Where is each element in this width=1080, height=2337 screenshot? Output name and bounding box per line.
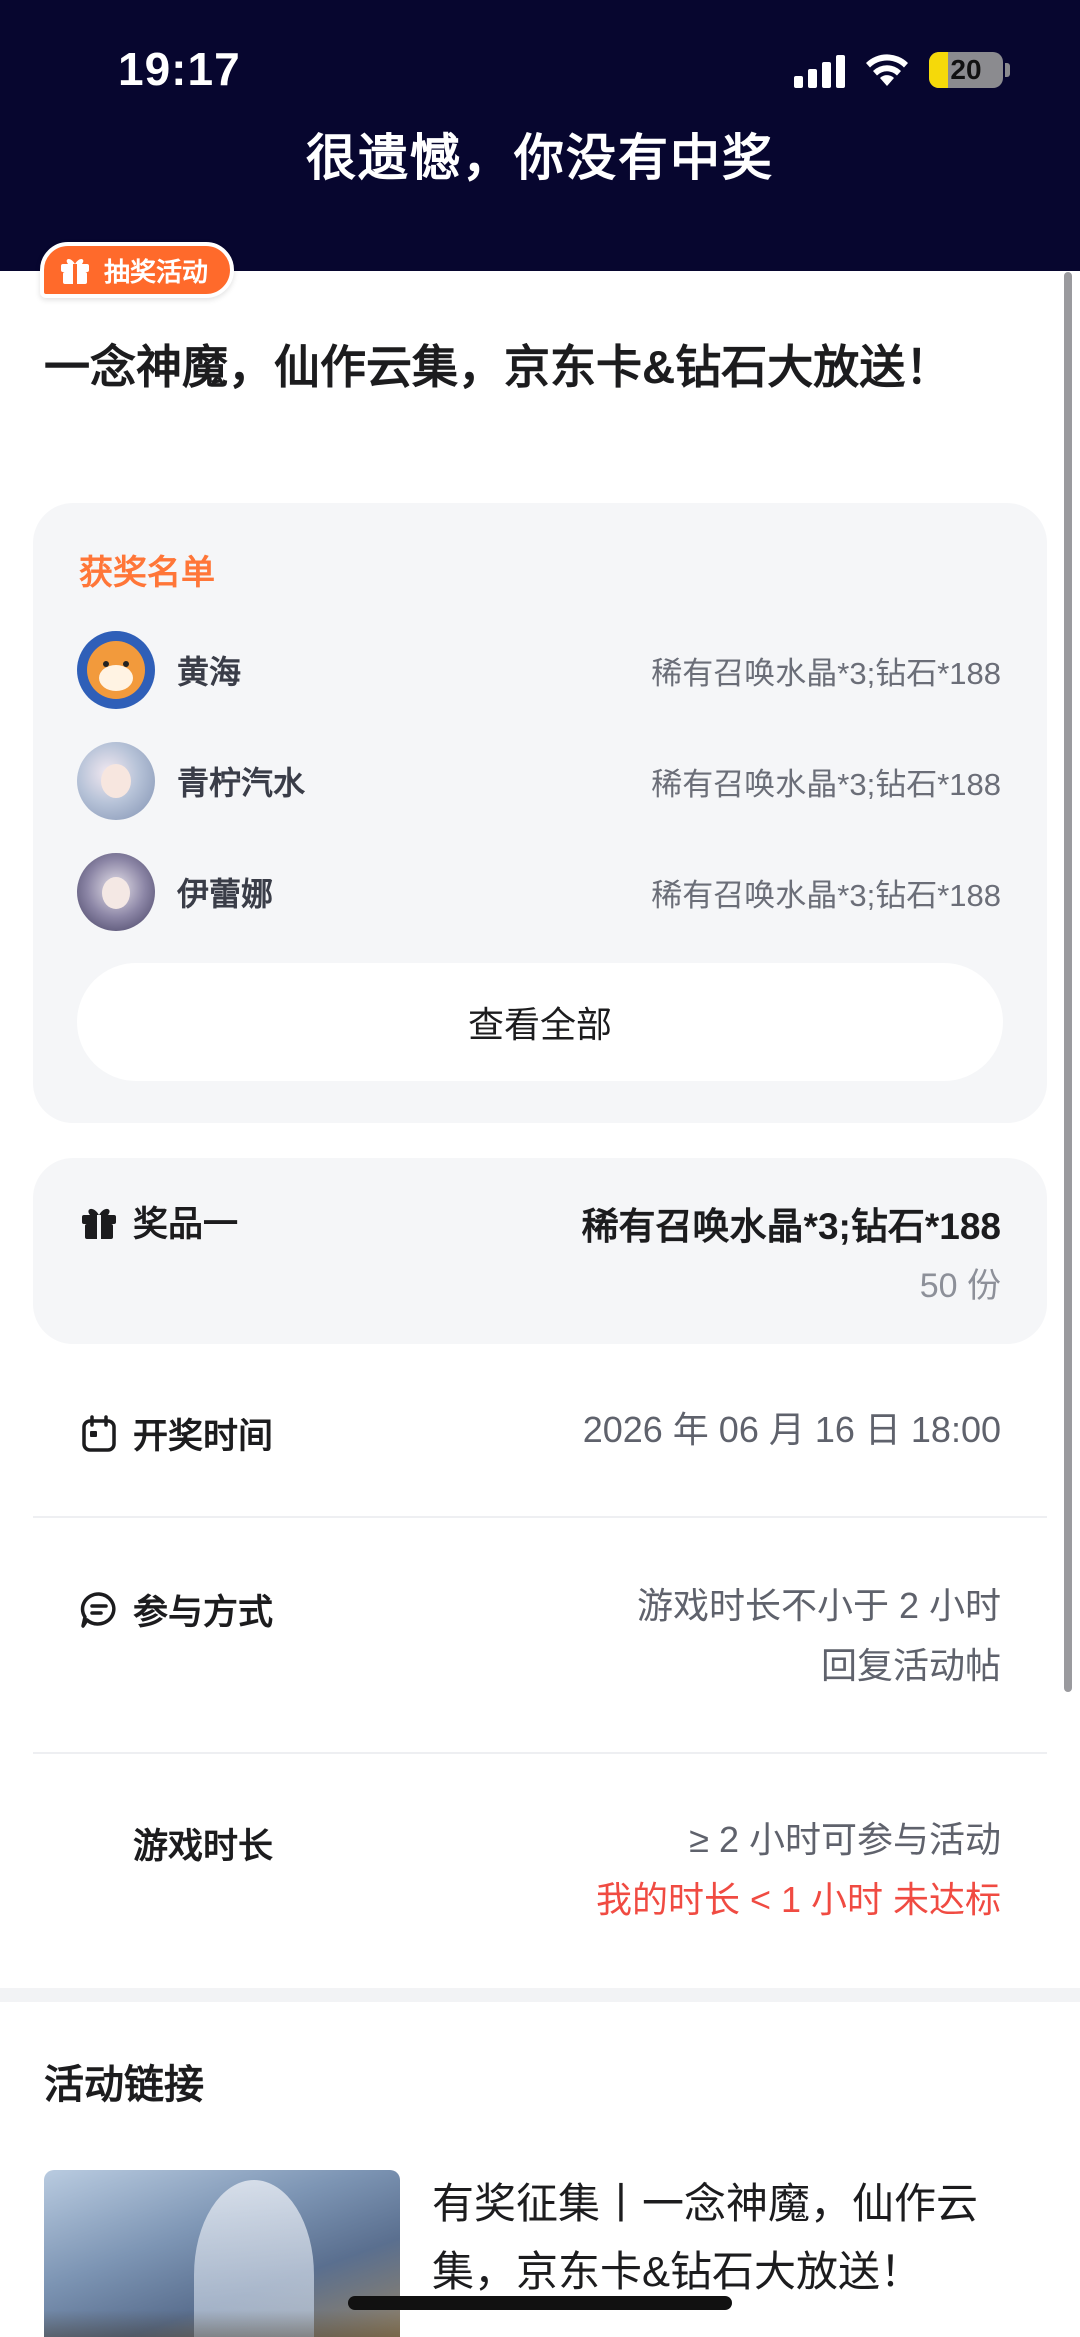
winner-prize: 稀有召唤水晶*3;钻石*188 bbox=[651, 877, 1001, 913]
play-time-label: 游戏时长 bbox=[133, 1827, 274, 1866]
avatar bbox=[77, 631, 155, 709]
participation-label: 参与方式 bbox=[133, 1593, 274, 1632]
divider bbox=[33, 1752, 1047, 1754]
prize-card: 奖品一 稀有召唤水晶*3;钻石*188 50 份 bbox=[33, 1158, 1047, 1344]
participation-line2: 回复活动帖 bbox=[820, 1645, 1001, 1686]
participation-label-group: 参与方式 bbox=[79, 1584, 273, 1635]
scrollbar[interactable] bbox=[1064, 272, 1072, 1692]
avatar bbox=[77, 742, 155, 820]
winner-row[interactable]: 黄海 稀有召唤水晶*3;钻石*188 bbox=[77, 630, 1001, 710]
activity-link-text[interactable]: 有奖征集丨一念神魔，仙作云集，京东卡&钻石大放送！ bbox=[432, 2170, 1032, 2306]
activity-link-heading: 活动链接 bbox=[44, 2063, 204, 2107]
winners-label: 获奖名单 bbox=[79, 554, 215, 592]
post-title: 一念神魔，仙作云集，京东卡&钻石大放送！ bbox=[44, 341, 952, 393]
participation-row: 参与方式 游戏时长不小于 2 小时 回复活动帖 bbox=[33, 1576, 1047, 1696]
winner-row[interactable]: 伊蕾娜 稀有召唤水晶*3;钻石*188 bbox=[77, 852, 1001, 932]
draw-time-label: 开奖时间 bbox=[133, 1417, 274, 1456]
play-time-requirement: ≥ 2 小时可参与活动 bbox=[689, 1819, 1001, 1860]
participation-line1: 游戏时长不小于 2 小时 bbox=[636, 1585, 1001, 1626]
winner-name: 青柠汽水 bbox=[177, 765, 306, 801]
lottery-badge: 抽奖活动 bbox=[40, 242, 235, 298]
header: 19:17 20 很遗憾，你没有中奖 bbox=[0, 0, 1080, 271]
result-title: 很遗憾，你没有中奖 bbox=[306, 130, 774, 186]
status-time: 19:17 bbox=[118, 43, 241, 95]
divider bbox=[33, 1516, 1047, 1518]
prize-count: 50 份 bbox=[919, 1267, 1001, 1305]
winner-prize: 稀有召唤水晶*3;钻石*188 bbox=[651, 655, 1001, 691]
draw-time-label-group: 开奖时间 bbox=[79, 1408, 273, 1459]
winners-card: 获奖名单 黄海 稀有召唤水晶*3;钻石*188 青柠汽水 稀有召唤水晶*3;钻石… bbox=[33, 503, 1047, 1123]
wifi-icon bbox=[866, 54, 908, 86]
calendar-icon bbox=[82, 1414, 116, 1452]
winner-prize: 稀有召唤水晶*3;钻石*188 bbox=[651, 766, 1001, 802]
gift-icon bbox=[61, 259, 89, 284]
badge-label: 抽奖活动 bbox=[104, 256, 209, 287]
section-divider bbox=[0, 1988, 1080, 2002]
prize-label-group: 奖品一 bbox=[79, 1196, 238, 1247]
winner-name: 伊蕾娜 bbox=[177, 876, 274, 912]
activity-thumbnail[interactable] bbox=[44, 2170, 400, 2337]
signal-icon bbox=[794, 52, 845, 88]
avatar bbox=[77, 853, 155, 931]
view-all-button[interactable]: 查看全部 bbox=[77, 963, 1003, 1081]
draw-time-row: 开奖时间 2026 年 06 月 16 日 18:00 bbox=[33, 1400, 1047, 1460]
chat-icon bbox=[80, 1591, 116, 1628]
battery-level: 20 bbox=[950, 54, 982, 85]
draw-time-value: 2026 年 06 月 16 日 18:00 bbox=[582, 1409, 1001, 1450]
play-time-row: 游戏时长 ≥ 2 小时可参与活动 我的时长 < 1 小时 未达标 bbox=[33, 1810, 1047, 1930]
play-time-status: 我的时长 < 1 小时 未达标 bbox=[595, 1879, 1001, 1920]
home-indicator[interactable] bbox=[348, 2296, 732, 2310]
battery-icon: 20 bbox=[929, 52, 1003, 88]
prize-label: 奖品一 bbox=[133, 1205, 239, 1244]
winner-row[interactable]: 青柠汽水 稀有召唤水晶*3;钻石*188 bbox=[77, 741, 1001, 821]
status-icons: 20 bbox=[794, 50, 1010, 90]
winner-name: 黄海 bbox=[177, 654, 242, 690]
page: 19:17 20 很遗憾，你没有中奖 抽奖活动 一念神魔，仙作云集，京东卡&钻石… bbox=[0, 0, 1080, 2337]
prize-value: 稀有召唤水晶*3;钻石*188 bbox=[581, 1206, 1001, 1247]
gift-icon bbox=[82, 1208, 116, 1239]
